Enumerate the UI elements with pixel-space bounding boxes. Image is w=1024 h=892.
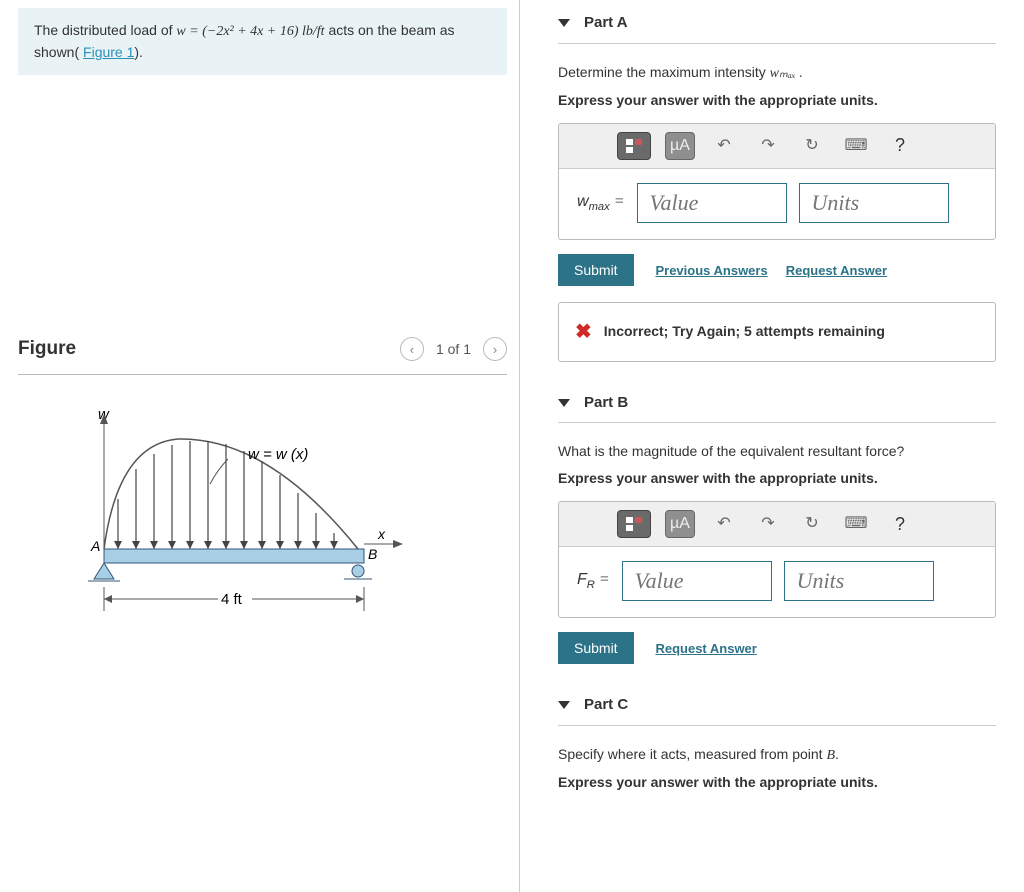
- part-a-hint: Express your answer with the appropriate…: [558, 90, 996, 111]
- problem-statement: The distributed load of w = (−2x² + 4x +…: [18, 8, 507, 75]
- curve-label: w = w (x): [248, 446, 308, 463]
- part-a-units-input[interactable]: [799, 183, 949, 223]
- part-a-feedback: ✖ Incorrect; Try Again; 5 attempts remai…: [558, 302, 996, 362]
- part-b: Part B What is the magnitude of the equi…: [558, 392, 996, 665]
- part-a-answerbox: µA ↶ ↷ ↻ ⌨ ? wmax =: [558, 123, 996, 240]
- reset-icon[interactable]: ↻: [797, 132, 827, 160]
- incorrect-icon: ✖: [575, 317, 592, 347]
- keyboard-icon[interactable]: ⌨: [841, 510, 871, 538]
- part-b-question: What is the magnitude of the equivalent …: [558, 441, 996, 462]
- undo-icon[interactable]: ↶: [709, 132, 739, 160]
- help-icon[interactable]: ?: [885, 132, 915, 160]
- part-b-toolbar: µA ↶ ↷ ↻ ⌨ ?: [559, 502, 995, 547]
- part-a-feedback-text: Incorrect; Try Again; 5 attempts remaini…: [604, 321, 885, 342]
- units-icon[interactable]: µA: [665, 510, 695, 538]
- part-a-value-input[interactable]: [637, 183, 787, 223]
- template-icon[interactable]: [617, 510, 651, 538]
- caret-down-icon: [558, 19, 570, 27]
- prev-figure-button[interactable]: ‹: [400, 337, 424, 361]
- keyboard-icon[interactable]: ⌨: [841, 132, 871, 160]
- template-icon[interactable]: [617, 132, 651, 160]
- figure-page-indicator: 1 of 1: [436, 339, 471, 360]
- part-a-var-label: wmax =: [577, 190, 625, 216]
- part-a-previous-answers-link[interactable]: Previous Answers: [655, 261, 767, 281]
- part-b-var-label: FR =: [577, 568, 610, 594]
- part-b-value-input[interactable]: [622, 561, 772, 601]
- problem-text: The distributed load of: [34, 22, 176, 38]
- next-figure-button[interactable]: ›: [483, 337, 507, 361]
- part-a-title: Part A: [584, 12, 628, 35]
- part-b-submit-button[interactable]: Submit: [558, 632, 634, 664]
- part-b-answerbox: µA ↶ ↷ ↻ ⌨ ? FR =: [558, 501, 996, 618]
- part-a-toolbar: µA ↶ ↷ ↻ ⌨ ?: [559, 124, 995, 169]
- part-a-toggle[interactable]: Part A: [558, 12, 996, 44]
- part-b-title: Part B: [584, 392, 628, 415]
- redo-icon[interactable]: ↷: [753, 132, 783, 160]
- part-a-question: Determine the maximum intensity: [558, 64, 770, 80]
- dimension-label: 4 ft: [221, 591, 243, 608]
- problem-expression: w = (−2x² + 4x + 16) lb/ft: [176, 24, 324, 39]
- figure-header: Figure ‹ 1 of 1 ›: [18, 335, 507, 375]
- help-icon[interactable]: ?: [885, 510, 915, 538]
- undo-icon[interactable]: ↶: [709, 510, 739, 538]
- part-c-hint: Express your answer with the appropriate…: [558, 772, 996, 793]
- part-b-toggle[interactable]: Part B: [558, 392, 996, 424]
- part-a: Part A Determine the maximum intensity w…: [558, 12, 996, 362]
- point-a-label: A: [90, 538, 100, 554]
- part-b-units-input[interactable]: [784, 561, 934, 601]
- caret-down-icon: [558, 701, 570, 709]
- redo-icon[interactable]: ↷: [753, 510, 783, 538]
- point-b-label: B: [368, 546, 377, 562]
- part-a-submit-button[interactable]: Submit: [558, 254, 634, 286]
- units-icon[interactable]: µA: [665, 132, 695, 160]
- figure-link[interactable]: Figure 1: [83, 44, 134, 60]
- part-a-request-answer-link[interactable]: Request Answer: [786, 261, 887, 281]
- axis-x-label: x: [377, 526, 386, 542]
- part-b-request-answer-link[interactable]: Request Answer: [655, 639, 756, 659]
- part-c: Part C Specify where it acts, measured f…: [558, 694, 996, 793]
- figure-pager: ‹ 1 of 1 ›: [400, 337, 507, 361]
- part-b-hint: Express your answer with the appropriate…: [558, 468, 996, 489]
- figure-diagram: w w = w (x): [58, 399, 507, 625]
- part-c-title: Part C: [584, 694, 628, 717]
- caret-down-icon: [558, 399, 570, 407]
- part-c-toggle[interactable]: Part C: [558, 694, 996, 726]
- part-c-question: Specify where it acts, measured from poi…: [558, 746, 839, 762]
- reset-icon[interactable]: ↻: [797, 510, 827, 538]
- figure-title: Figure: [18, 335, 76, 364]
